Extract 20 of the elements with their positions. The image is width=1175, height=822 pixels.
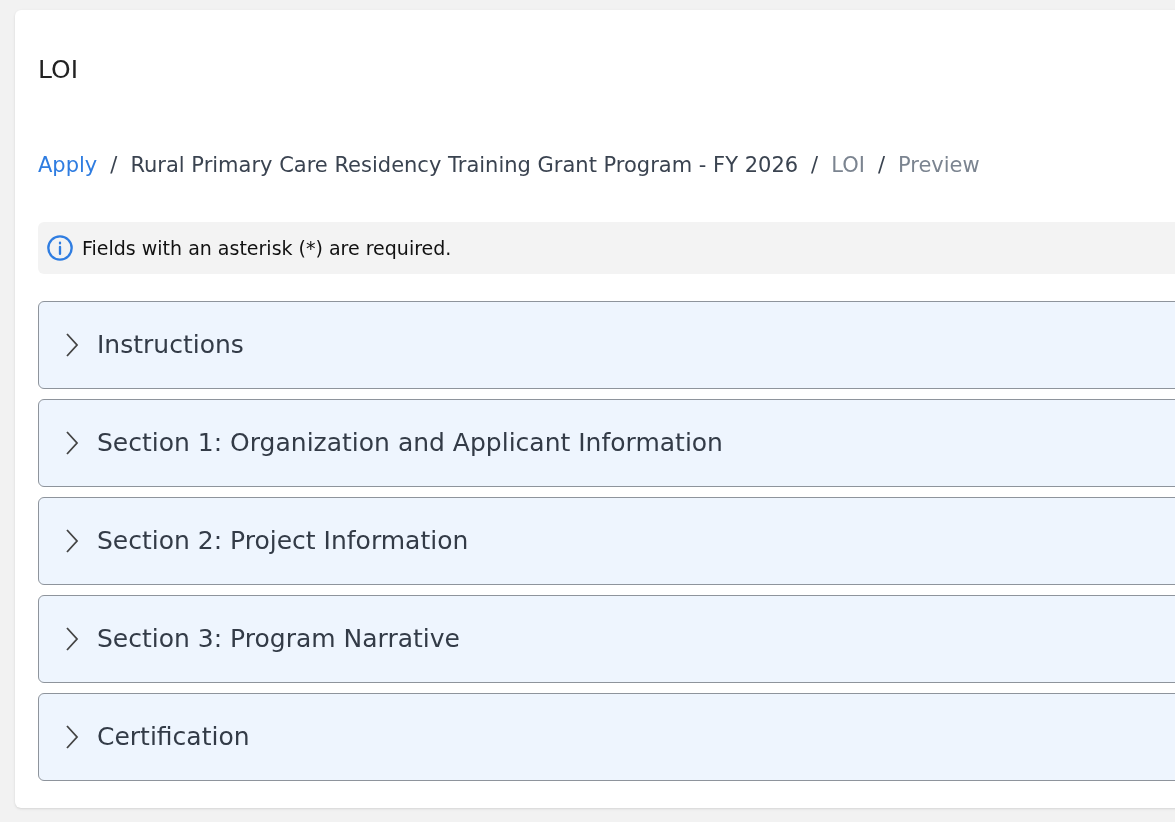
accordion-header[interactable]: Section 1: Organization and Applicant Information bbox=[38, 399, 1175, 487]
chevron-icon bbox=[65, 332, 79, 358]
chevron-icon bbox=[65, 528, 79, 554]
chevron-icon bbox=[65, 724, 79, 750]
notice-text: Fields with an asterisk (*) are required. bbox=[82, 235, 452, 261]
breadcrumb-item: LOI bbox=[831, 152, 865, 179]
accordion-header[interactable]: Section 2: Project Information bbox=[38, 497, 1175, 585]
breadcrumb-link[interactable]: Apply bbox=[38, 150, 98, 180]
page-title: LOI bbox=[38, 54, 79, 86]
breadcrumb-item: Preview bbox=[897, 152, 980, 179]
chevron-icon bbox=[65, 626, 79, 652]
breadcrumb-separator: / bbox=[811, 152, 819, 179]
breadcrumb-separator: / bbox=[110, 152, 118, 179]
breadcrumb-separator: / bbox=[877, 152, 885, 179]
chevron-icon bbox=[65, 430, 79, 456]
breadcrumb-item: Rural Primary Care Residency Training Grant Program - FY 2026 bbox=[130, 152, 799, 179]
accordion-header[interactable]: Instructions bbox=[38, 301, 1175, 389]
accordion-header[interactable]: Section 3: Program Narrative bbox=[38, 595, 1175, 683]
info-icon bbox=[46, 234, 74, 262]
accordion-header[interactable]: Certification bbox=[38, 693, 1175, 781]
